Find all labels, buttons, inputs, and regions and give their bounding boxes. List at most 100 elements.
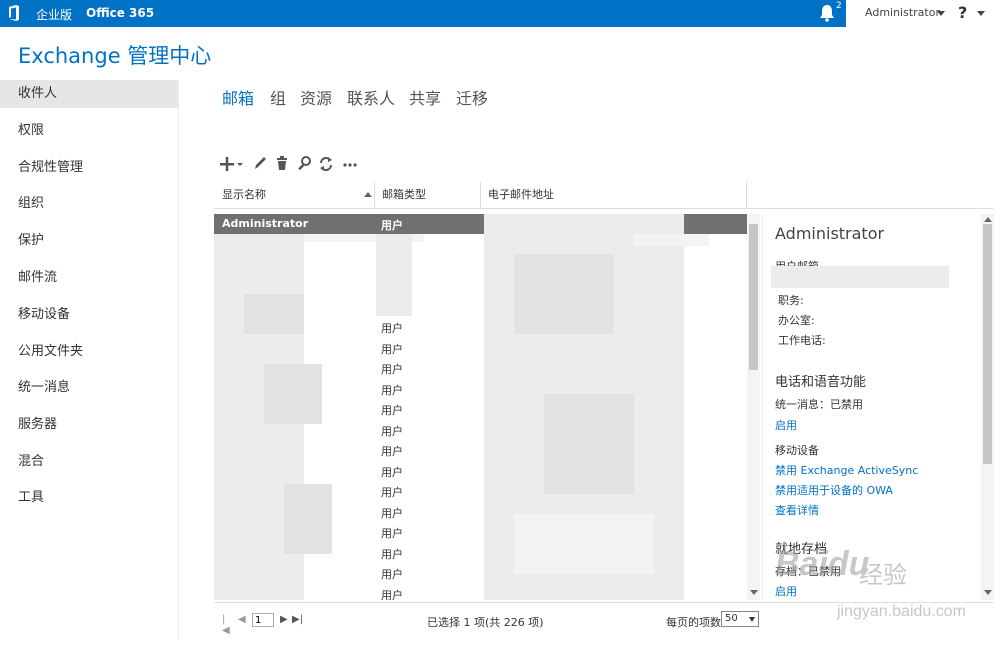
scrollbar-thumb[interactable] bbox=[983, 224, 992, 464]
sidebar-item-unifiedmessaging[interactable]: 统一消息 bbox=[0, 374, 178, 402]
sidebar-divider bbox=[178, 80, 179, 640]
details-um-status: 统一消息：已禁用 bbox=[775, 398, 863, 411]
mailbox-table: Administrator 用户 用户 用户 用户 用户 用户 用户 用户 用户… bbox=[214, 214, 747, 600]
row-mailbox-type: 用户 bbox=[381, 363, 403, 376]
scrollbar-thumb[interactable] bbox=[749, 224, 758, 370]
table-row[interactable]: 用户 bbox=[214, 461, 747, 481]
page-number-input[interactable] bbox=[252, 613, 274, 627]
add-icon[interactable] bbox=[220, 154, 246, 174]
column-email-address[interactable]: 电子邮件地址 bbox=[480, 182, 746, 208]
row-mailbox-type: 用户 bbox=[381, 507, 403, 520]
column-display-name[interactable]: 显示名称 bbox=[214, 182, 374, 208]
last-page-icon[interactable]: ▶| bbox=[292, 614, 303, 625]
column-mailbox-type-label: 邮箱类型 bbox=[382, 188, 426, 201]
tab-resources[interactable]: 资源 bbox=[300, 85, 332, 109]
table-row[interactable]: 用户 bbox=[214, 543, 747, 563]
table-header: 显示名称 邮箱类型 电子邮件地址 bbox=[214, 182, 994, 209]
row-mailbox-type: 用户 bbox=[381, 589, 403, 600]
table-row[interactable]: 用户 bbox=[214, 420, 747, 440]
table-row[interactable]: 用户 bbox=[214, 338, 747, 358]
table-row[interactable]: 用户 bbox=[214, 358, 747, 378]
row-mailbox-type: 用户 bbox=[381, 343, 403, 356]
per-page-select[interactable]: 50 bbox=[721, 611, 759, 627]
sidebar-item-protection[interactable]: 保护 bbox=[0, 227, 178, 255]
per-page-label: 每页的项数 bbox=[666, 616, 721, 629]
top-bar: 企业版 Office 365 2 Administrator ? bbox=[0, 0, 1000, 27]
previous-page-icon[interactable]: ◀ bbox=[238, 614, 246, 625]
redacted-strip bbox=[634, 234, 709, 246]
table-row[interactable]: 用户 bbox=[214, 379, 747, 399]
table-row[interactable]: 用户 bbox=[214, 399, 747, 419]
row-mailbox-type: 用户 bbox=[381, 527, 403, 540]
bell-icon[interactable] bbox=[819, 4, 835, 22]
column-email-address-label: 电子邮件地址 bbox=[488, 188, 554, 201]
details-phone-label: 工作电话: bbox=[778, 334, 826, 347]
baidu-watermark: Baidu 经验 jingyan.baidu.com bbox=[775, 545, 995, 630]
sidebar-item-compliance[interactable]: 合规性管理 bbox=[0, 154, 178, 182]
table-row[interactable]: 用户 bbox=[214, 502, 747, 522]
sidebar-item-servers[interactable]: 服务器 bbox=[0, 411, 178, 439]
table-row[interactable]: 用户 bbox=[214, 563, 747, 583]
next-page-icon[interactable]: ▶ bbox=[280, 614, 288, 625]
table-row[interactable]: 用户 bbox=[214, 584, 747, 600]
table-row[interactable]: 用户 bbox=[214, 481, 747, 501]
tab-contacts[interactable]: 联系人 bbox=[347, 85, 395, 109]
chevron-down-icon bbox=[749, 617, 755, 622]
disable-owa-link[interactable]: 禁用适用于设备的 OWA bbox=[775, 482, 893, 498]
sidebar-item-hybrid[interactable]: 混合 bbox=[0, 448, 178, 476]
table-row[interactable]: 用户 bbox=[214, 317, 747, 337]
row-mailbox-type: 用户 bbox=[381, 384, 403, 397]
row-display-name: Administrator bbox=[222, 217, 309, 230]
details-scrollbar[interactable] bbox=[981, 214, 994, 600]
table-scrollbar[interactable] bbox=[747, 214, 760, 600]
sidebar-item-organization[interactable]: 组织 bbox=[0, 190, 178, 218]
disable-activesync-link[interactable]: 禁用 Exchange ActiveSync bbox=[775, 462, 918, 478]
more-icon[interactable] bbox=[342, 154, 358, 174]
details-mobile-label: 移动设备 bbox=[775, 444, 819, 457]
tab-shared[interactable]: 共享 bbox=[409, 85, 441, 109]
per-page-value: 50 bbox=[725, 613, 738, 624]
row-mailbox-type: 用户 bbox=[381, 404, 403, 417]
row-mailbox-type: 用户 bbox=[381, 445, 403, 458]
refresh-icon[interactable] bbox=[318, 154, 334, 174]
sidebar-item-publicfolders[interactable]: 公用文件夹 bbox=[0, 338, 178, 366]
help-menu[interactable]: ? bbox=[958, 3, 967, 22]
chevron-down-icon[interactable] bbox=[937, 11, 945, 16]
scroll-up-icon[interactable] bbox=[984, 217, 992, 222]
app-title: Exchange 管理中心 bbox=[18, 44, 212, 68]
sidebar-item-mailflow[interactable]: 邮件流 bbox=[0, 264, 178, 292]
column-mailbox-type[interactable]: 邮箱类型 bbox=[374, 182, 480, 208]
sidebar-item-permissions[interactable]: 权限 bbox=[0, 117, 178, 145]
tab-migration[interactable]: 迁移 bbox=[456, 85, 488, 109]
scroll-down-icon[interactable] bbox=[750, 590, 758, 595]
row-mailbox-type: 用户 bbox=[381, 486, 403, 499]
office-logo-icon[interactable] bbox=[8, 5, 20, 21]
edit-icon[interactable] bbox=[252, 154, 268, 174]
enable-um-link[interactable]: 启用 bbox=[775, 417, 797, 433]
delete-icon[interactable] bbox=[275, 154, 289, 174]
row-mailbox-type: 用户 bbox=[381, 425, 403, 438]
user-menu[interactable]: Administrator bbox=[865, 6, 940, 19]
table-row[interactable]: 用户 bbox=[214, 440, 747, 460]
chevron-down-icon[interactable] bbox=[977, 11, 985, 16]
edition-label[interactable]: 企业版 bbox=[36, 6, 72, 23]
watermark-cn: 经验 bbox=[859, 561, 907, 589]
search-icon[interactable] bbox=[297, 154, 313, 174]
watermark-url: jingyan.baidu.com bbox=[837, 603, 966, 620]
column-display-name-label: 显示名称 bbox=[222, 188, 266, 201]
sidebar: 收件人 权限 合规性管理 组织 保护 邮件流 移动设备 公用文件夹 统一消息 服… bbox=[0, 80, 178, 640]
row-mailbox-type: 用户 bbox=[381, 568, 403, 581]
sidebar-item-tools[interactable]: 工具 bbox=[0, 484, 178, 512]
details-pane: Administrator 用户邮箱 职务: 办公室: 工作电话: 电话和语音功… bbox=[762, 214, 981, 600]
watermark-brand: Baidu bbox=[775, 545, 870, 583]
table-row[interactable]: 用户 bbox=[214, 522, 747, 542]
product-link[interactable]: Office 365 bbox=[86, 6, 154, 20]
sidebar-item-recipients[interactable]: 收件人 bbox=[0, 80, 178, 108]
view-details-link[interactable]: 查看详情 bbox=[775, 502, 819, 518]
sidebar-item-mobile[interactable]: 移动设备 bbox=[0, 301, 178, 329]
row-mailbox-type: 用户 bbox=[381, 466, 403, 479]
tab-groups[interactable]: 组 bbox=[270, 85, 286, 109]
first-page-icon[interactable]: |◀ bbox=[222, 614, 230, 636]
tab-mailboxes[interactable]: 邮箱 bbox=[222, 85, 254, 109]
column-separator[interactable] bbox=[746, 182, 747, 208]
